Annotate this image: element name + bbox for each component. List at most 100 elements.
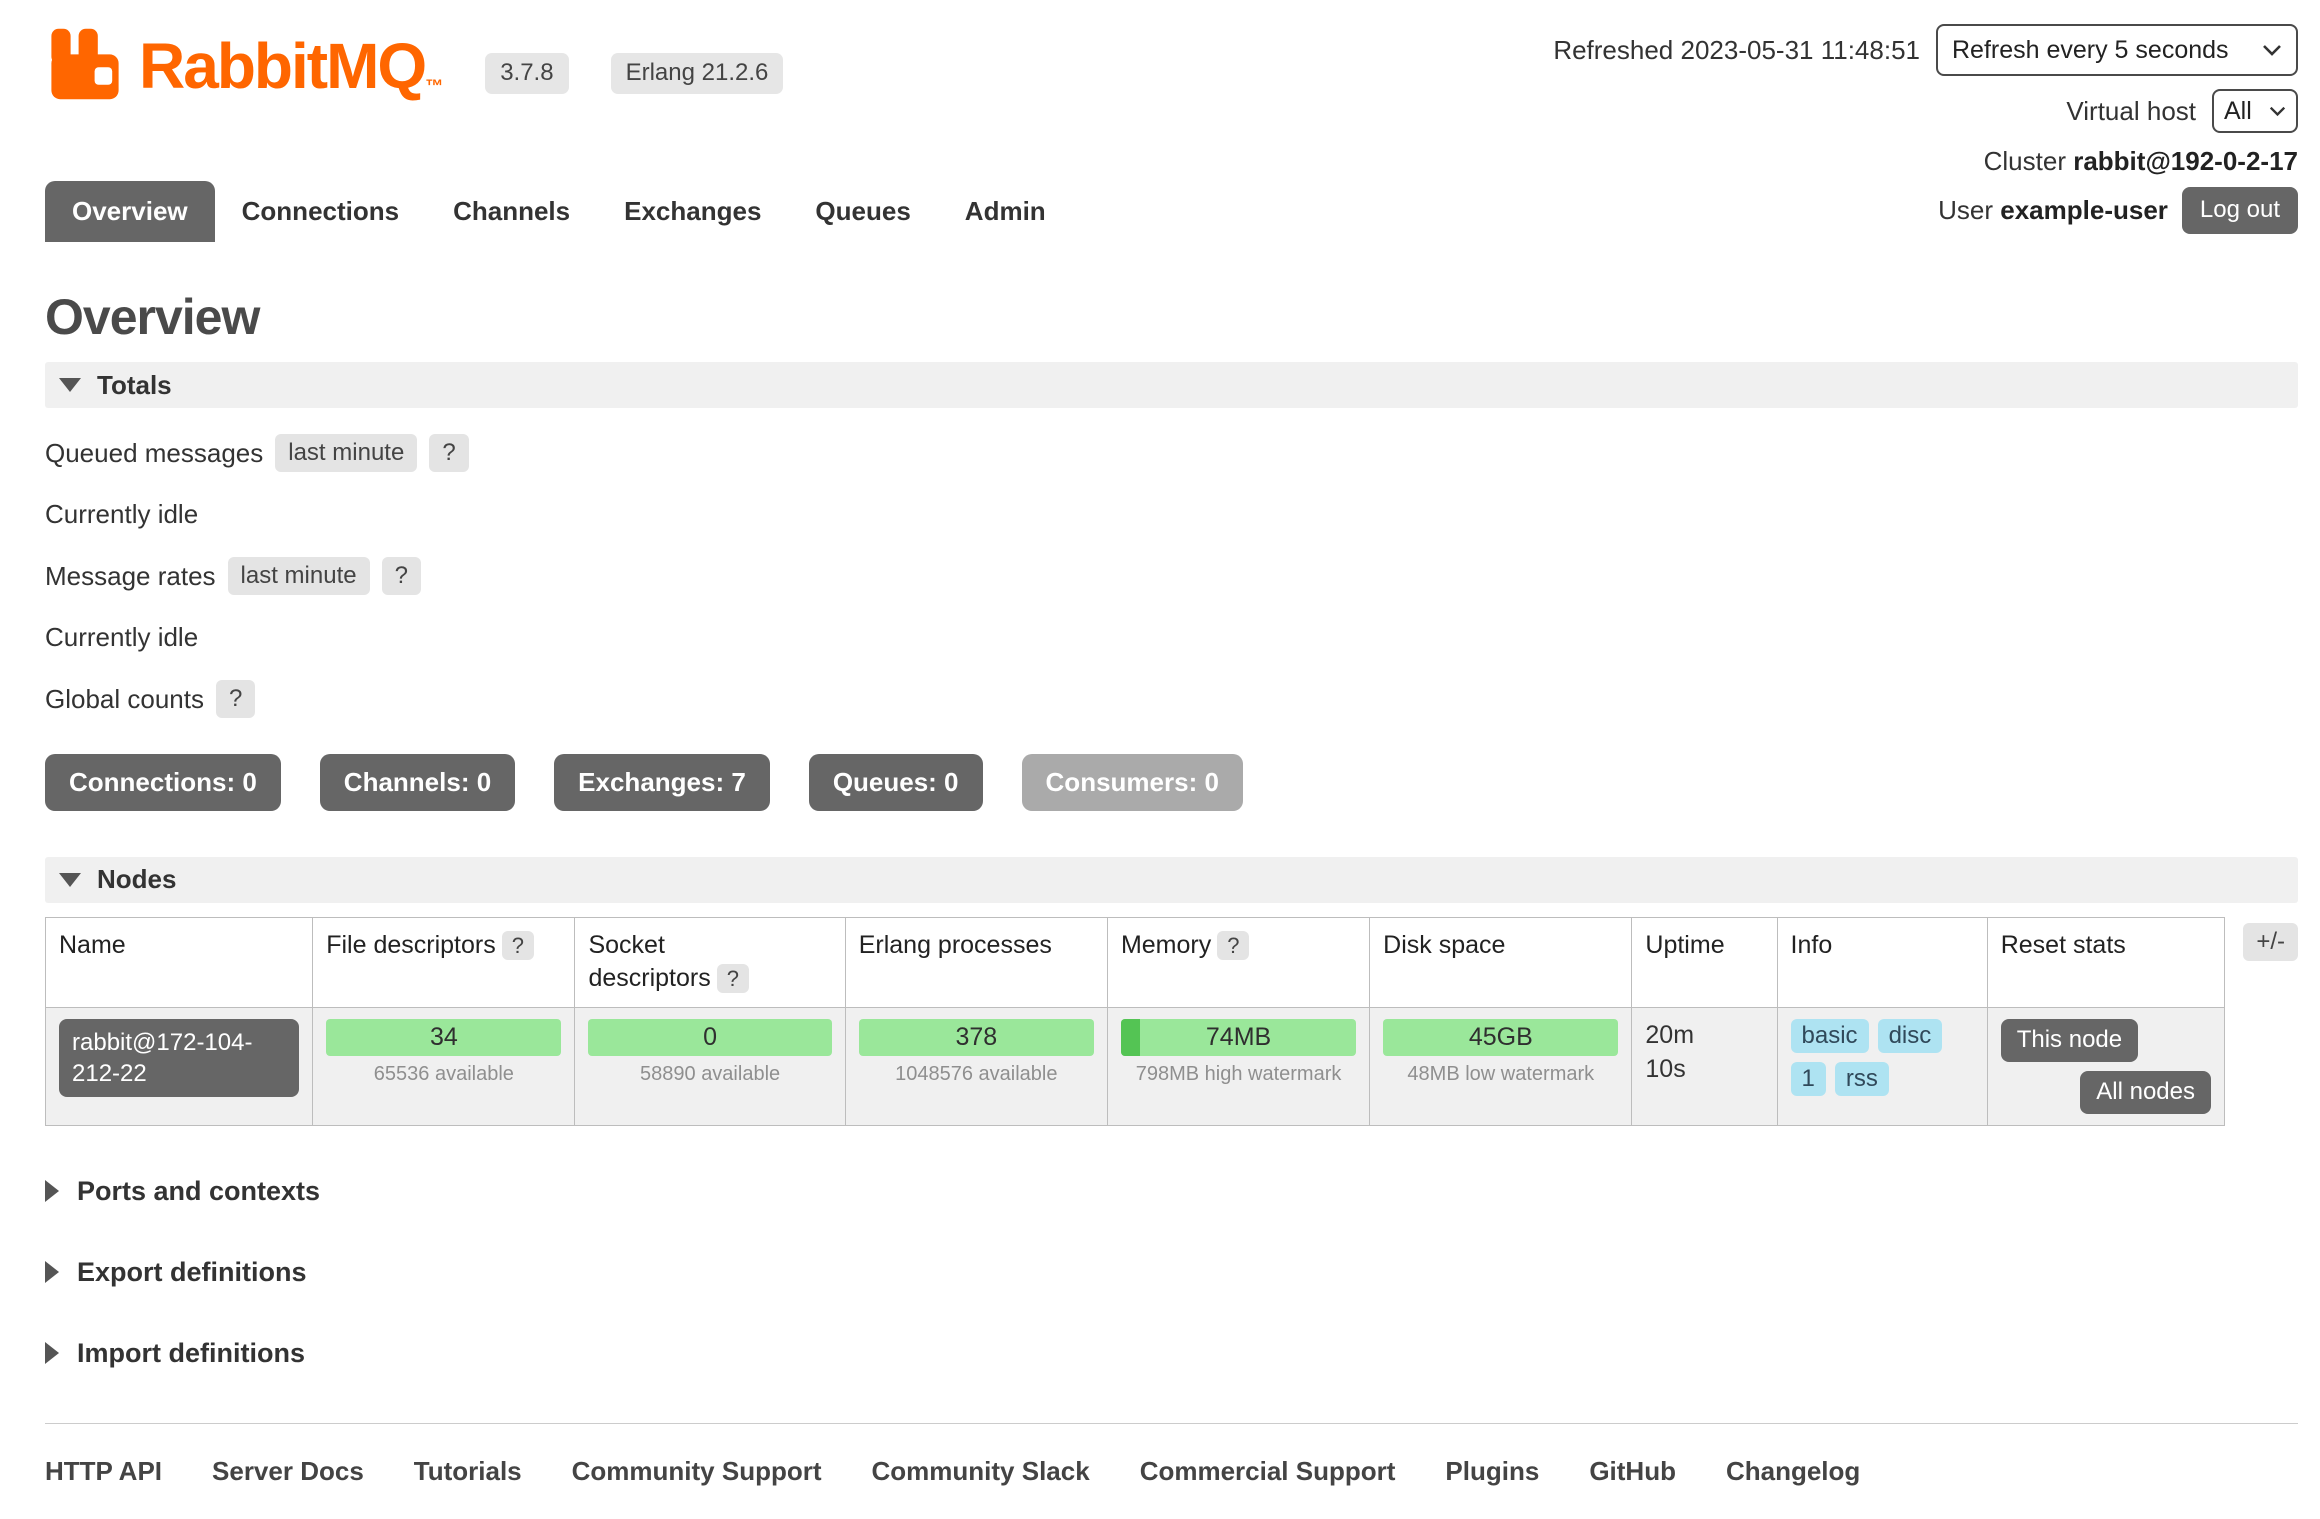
- footer-link-tutorials[interactable]: Tutorials: [414, 1456, 522, 1487]
- queued-window-chip[interactable]: last minute: [275, 434, 417, 472]
- col-erlang-processes: Erlang processes: [845, 917, 1107, 1008]
- queued-messages-label: Queued messages: [45, 438, 263, 469]
- column-toggle-button[interactable]: +/-: [2243, 923, 2298, 961]
- exchanges-count-badge: Exchanges: 7: [554, 754, 770, 811]
- page-title: Overview: [45, 288, 2298, 346]
- chevron-down-icon: [2269, 106, 2286, 117]
- uptime-cell: 20m 10s: [1632, 1008, 1777, 1126]
- uptime-main: 20m: [1645, 1019, 1763, 1053]
- info-badge-basic: basic: [1791, 1019, 1869, 1053]
- footer-link-http-api[interactable]: HTTP API: [45, 1456, 162, 1487]
- top-bar: RabbitMQ™ 3.7.8 Erlang 21.2.6 Refreshed …: [45, 24, 2298, 177]
- nodes-section-header[interactable]: Nodes: [45, 857, 2298, 903]
- socket-descriptors-cell: 0 58890 available: [575, 1008, 845, 1126]
- memory-detail: 798MB high watermark: [1121, 1063, 1356, 1086]
- collapse-icon: [59, 378, 81, 392]
- node-name-badge[interactable]: rabbit@172-104-212-22: [59, 1019, 299, 1097]
- reset-stats-cell: This node All nodes: [1987, 1008, 2224, 1126]
- cluster-name: Cluster rabbit@192-0-2-17: [1984, 146, 2298, 177]
- fd-meter: 34: [326, 1019, 561, 1056]
- logout-button[interactable]: Log out: [2182, 187, 2298, 234]
- reset-all-nodes-button[interactable]: All nodes: [2080, 1071, 2211, 1114]
- connections-count-badge: Connections: 0: [45, 754, 281, 811]
- user-name: User example-user: [1938, 195, 2168, 226]
- sd-meter: 0: [588, 1019, 831, 1056]
- user-area: User example-user Log out: [1938, 187, 2298, 242]
- trademark-symbol: ™: [425, 76, 443, 96]
- disk-meter: 45GB: [1383, 1019, 1618, 1056]
- queued-help-icon[interactable]: ?: [429, 434, 468, 472]
- info-badge-1: 1: [1791, 1062, 1826, 1096]
- expand-icon: [45, 1342, 59, 1364]
- tab-connections[interactable]: Connections: [215, 181, 426, 242]
- info-badge-disc: disc: [1878, 1019, 1943, 1053]
- main-tabs: Overview Connections Channels Exchanges …: [45, 181, 1073, 242]
- erlang-meter: 378: [859, 1019, 1094, 1056]
- footer-link-commercial-support[interactable]: Commercial Support: [1140, 1456, 1396, 1487]
- queued-messages-row: Queued messages last minute ?: [45, 434, 2298, 472]
- import-definitions-section[interactable]: Import definitions: [45, 1338, 2298, 1369]
- erlang-version-badge: Erlang 21.2.6: [611, 53, 784, 94]
- ports-and-contexts-section[interactable]: Ports and contexts: [45, 1176, 2298, 1207]
- sd-detail: 58890 available: [588, 1063, 831, 1086]
- virtual-host-select[interactable]: All: [2212, 89, 2298, 133]
- virtual-host-label: Virtual host: [2066, 96, 2196, 127]
- consumers-count-badge: Consumers: 0: [1022, 754, 1243, 811]
- memory-help-icon[interactable]: ?: [1217, 931, 1249, 960]
- tab-exchanges[interactable]: Exchanges: [597, 181, 788, 242]
- page: RabbitMQ™ 3.7.8 Erlang 21.2.6 Refreshed …: [0, 0, 2320, 1519]
- global-counts-help-icon[interactable]: ?: [216, 680, 255, 718]
- sd-help-icon[interactable]: ?: [717, 964, 749, 993]
- global-count-badges: Connections: 0 Channels: 0 Exchanges: 7 …: [45, 754, 2298, 811]
- col-socket-descriptors: Socket descriptors?: [575, 917, 845, 1008]
- status-area: Refreshed 2023-05-31 11:48:51 Refresh ev…: [1553, 24, 2298, 177]
- tab-channels[interactable]: Channels: [426, 181, 597, 242]
- file-descriptors-cell: 34 65536 available: [313, 1008, 575, 1126]
- nav-row: Overview Connections Channels Exchanges …: [45, 181, 2298, 242]
- rabbitmq-logo-icon: [45, 24, 125, 104]
- memory-used-fill: [1121, 1019, 1140, 1056]
- tab-overview[interactable]: Overview: [45, 181, 215, 242]
- rates-status: Currently idle: [45, 622, 2298, 653]
- node-name-cell: rabbit@172-104-212-22: [46, 1008, 313, 1126]
- collapse-icon: [59, 873, 81, 887]
- footer-link-changelog[interactable]: Changelog: [1726, 1456, 1860, 1487]
- rates-help-icon[interactable]: ?: [382, 557, 421, 595]
- nodes-table: Name File descriptors? Socket descriptor…: [45, 917, 2225, 1126]
- footer-link-community-support[interactable]: Community Support: [572, 1456, 822, 1487]
- erlang-detail: 1048576 available: [859, 1063, 1094, 1086]
- footer-link-server-docs[interactable]: Server Docs: [212, 1456, 364, 1487]
- col-uptime: Uptime: [1632, 917, 1777, 1008]
- expand-icon: [45, 1261, 59, 1283]
- col-name: Name: [46, 917, 313, 1008]
- rates-window-chip[interactable]: last minute: [228, 557, 370, 595]
- footer-link-github[interactable]: GitHub: [1589, 1456, 1676, 1487]
- export-definitions-section[interactable]: Export definitions: [45, 1257, 2298, 1288]
- col-file-descriptors: File descriptors?: [313, 917, 575, 1008]
- fd-detail: 65536 available: [326, 1063, 561, 1086]
- memory-cell: 74MB 798MB high watermark: [1107, 1008, 1369, 1126]
- tab-queues[interactable]: Queues: [788, 181, 937, 242]
- channels-count-badge: Channels: 0: [320, 754, 515, 811]
- uptime-sub: 10s: [1645, 1053, 1763, 1087]
- queues-count-badge: Queues: 0: [809, 754, 983, 811]
- tab-admin[interactable]: Admin: [938, 181, 1073, 242]
- global-counts-row: Global counts ?: [45, 680, 2298, 718]
- disk-detail: 48MB low watermark: [1383, 1063, 1618, 1086]
- footer-link-plugins[interactable]: Plugins: [1445, 1456, 1539, 1487]
- brand[interactable]: RabbitMQ™ 3.7.8 Erlang 21.2.6: [45, 24, 783, 104]
- col-disk-space: Disk space: [1370, 917, 1632, 1008]
- reset-this-node-button[interactable]: This node: [2001, 1019, 2138, 1062]
- message-rates-row: Message rates last minute ?: [45, 557, 2298, 595]
- info-badge-rss: rss: [1835, 1062, 1889, 1096]
- totals-section-header[interactable]: Totals: [45, 362, 2298, 408]
- brand-wordmark: RabbitMQ™: [139, 34, 443, 104]
- refresh-interval-select[interactable]: Refresh every 5 seconds: [1936, 24, 2298, 76]
- footer-link-community-slack[interactable]: Community Slack: [872, 1456, 1090, 1487]
- refreshed-timestamp: Refreshed 2023-05-31 11:48:51: [1553, 35, 1920, 66]
- fd-help-icon[interactable]: ?: [502, 931, 534, 960]
- expand-icon: [45, 1180, 59, 1202]
- footer: HTTP API Server Docs Tutorials Community…: [45, 1423, 2298, 1519]
- memory-meter: 74MB: [1121, 1019, 1356, 1056]
- disk-space-cell: 45GB 48MB low watermark: [1370, 1008, 1632, 1126]
